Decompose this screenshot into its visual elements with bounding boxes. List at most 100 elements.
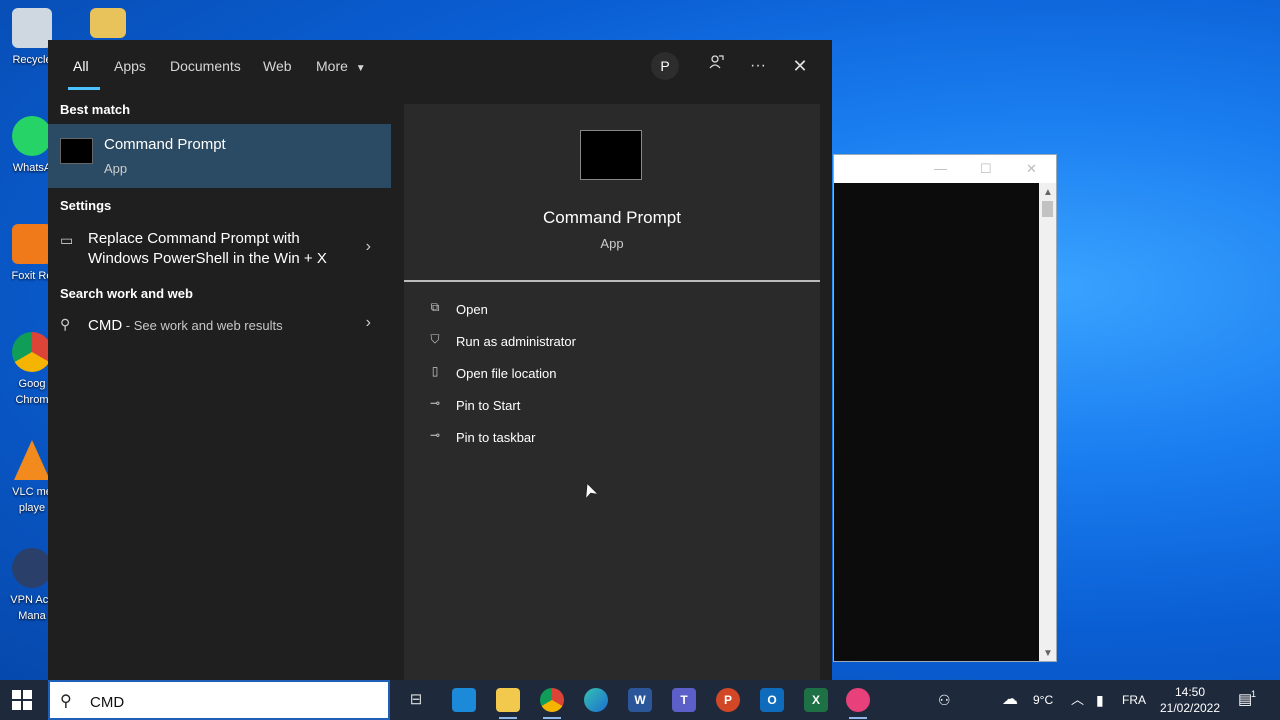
- feedback-icon[interactable]: [701, 54, 731, 78]
- console-window[interactable]: — ☐ ✕ ▲ ▼: [833, 154, 1057, 662]
- command-prompt-icon: [60, 138, 93, 164]
- vertical-scrollbar[interactable]: ▲ ▼: [1039, 183, 1056, 661]
- powerpoint-icon[interactable]: P: [716, 688, 740, 712]
- chevron-up-icon[interactable]: ︿: [1071, 680, 1084, 720]
- web-search-query: CMD: [88, 317, 123, 334]
- tab-apps[interactable]: Apps: [114, 58, 146, 74]
- outlook-icon[interactable]: O: [760, 688, 784, 712]
- folder-icon: [90, 8, 126, 38]
- tab-more[interactable]: More ▼: [316, 58, 366, 74]
- account-avatar[interactable]: P: [651, 52, 679, 80]
- language-indicator[interactable]: FRA: [1122, 680, 1146, 720]
- people-icon[interactable]: ⚇: [938, 680, 951, 720]
- results-column: Best match Command Prompt App Settings ▭…: [48, 92, 391, 680]
- task-view-icon[interactable]: ⊟: [404, 688, 428, 712]
- action-label: Pin to taskbar: [456, 430, 536, 445]
- preview-app-name: Command Prompt: [543, 208, 681, 227]
- snipping-tool-icon[interactable]: [846, 688, 870, 712]
- excel-icon[interactable]: X: [804, 688, 828, 712]
- search-tabs-bar: All Apps Documents Web More ▼ P ··· ✕: [48, 40, 832, 92]
- weather-temperature[interactable]: 9°C: [1033, 680, 1053, 720]
- chrome-icon: [12, 332, 52, 372]
- file-location-icon: ▯: [431, 364, 439, 378]
- teams-icon[interactable]: T: [672, 688, 696, 712]
- action-pin-to-start[interactable]: ⊸ Pin to Start: [426, 394, 806, 418]
- console-area[interactable]: [834, 183, 1039, 661]
- divider: [404, 280, 820, 282]
- best-match-result[interactable]: Command Prompt App: [48, 124, 391, 188]
- settings-result-line2: Windows PowerShell in the Win + X: [88, 250, 327, 267]
- open-icon: ⧉: [430, 300, 440, 314]
- chevron-right-icon[interactable]: ›: [366, 238, 371, 256]
- pin-icon: ⊸: [429, 428, 441, 442]
- action-label: Pin to Start: [456, 398, 521, 413]
- weather-cloud-icon[interactable]: ☁: [1002, 680, 1018, 720]
- settings-result[interactable]: ▭ Replace Command Prompt with Windows Po…: [48, 228, 391, 272]
- notification-icon[interactable]: ▤: [1238, 680, 1252, 720]
- action-open-file-location[interactable]: ▯ Open file location: [426, 362, 806, 386]
- search-panel: All Apps Documents Web More ▼ P ··· ✕ Be…: [48, 40, 832, 680]
- notification-count: 1: [1251, 689, 1257, 699]
- caret-down-icon: ▼: [355, 63, 366, 74]
- scrollbar-thumb[interactable]: [1042, 201, 1053, 217]
- tab-documents[interactable]: Documents: [170, 58, 241, 74]
- search-icon: ⚲: [60, 316, 71, 332]
- close-icon[interactable]: ✕: [1026, 161, 1037, 177]
- scroll-up-icon[interactable]: ▲: [1043, 187, 1053, 198]
- command-prompt-large-icon: [580, 130, 642, 180]
- settings-result-text: Replace Command Prompt with Windows Powe…: [88, 229, 327, 269]
- action-label: Open file location: [456, 366, 557, 381]
- settings-header: Settings: [60, 198, 112, 213]
- shield-icon: ⛉: [430, 332, 440, 346]
- action-open[interactable]: ⧉ Open: [426, 298, 806, 322]
- clock-time: 14:50: [1174, 685, 1206, 699]
- tab-web[interactable]: Web: [263, 58, 292, 74]
- keyboard-setting-icon: ▭: [60, 232, 74, 248]
- close-icon[interactable]: ✕: [785, 54, 815, 78]
- action-run-as-admin[interactable]: ⛉ Run as administrator: [426, 330, 806, 354]
- running-indicator: [543, 717, 561, 719]
- search-box[interactable]: ⚲: [48, 680, 390, 720]
- maximize-icon[interactable]: ☐: [980, 161, 992, 177]
- recycle-bin-icon: [12, 8, 52, 48]
- search-input[interactable]: [88, 690, 372, 714]
- battery-icon[interactable]: ▮: [1096, 680, 1104, 720]
- edge-icon[interactable]: [584, 688, 608, 712]
- tab-all[interactable]: All: [73, 58, 89, 74]
- chevron-right-icon[interactable]: ›: [366, 314, 371, 332]
- active-tab-indicator: [68, 87, 100, 90]
- more-options-icon[interactable]: ···: [743, 54, 773, 78]
- desktop-icon-folder[interactable]: [86, 8, 130, 42]
- console-titlebar[interactable]: — ☐ ✕: [834, 155, 1056, 183]
- running-indicator: [849, 717, 867, 719]
- start-windows-icon[interactable]: [12, 690, 32, 710]
- action-label: Run as administrator: [456, 334, 576, 349]
- vpn-lock-icon: [12, 548, 52, 588]
- search-icon: ⚲: [60, 693, 72, 710]
- vlc-cone-icon: [14, 440, 50, 480]
- pin-icon: ⊸: [429, 396, 441, 410]
- word-icon[interactable]: W: [628, 688, 652, 712]
- tab-more-label: More: [316, 58, 348, 74]
- clock[interactable]: 14:50 21/02/2022: [1150, 684, 1230, 716]
- foxit-pdf-icon: [12, 224, 52, 264]
- minimize-icon[interactable]: —: [934, 161, 947, 176]
- mail-icon[interactable]: [452, 688, 476, 712]
- preview-pane: Command Prompt App ⧉ Open ⛉ Run as admin…: [404, 104, 820, 680]
- preview-app-type: App: [600, 236, 624, 251]
- web-search-result[interactable]: ⚲ CMD - See work and web results ›: [48, 314, 391, 338]
- whatsapp-icon: [12, 116, 52, 156]
- action-label: Open: [456, 302, 488, 317]
- scroll-down-icon[interactable]: ▼: [1043, 648, 1053, 659]
- chrome-icon[interactable]: [540, 688, 564, 712]
- best-match-header: Best match: [60, 102, 131, 117]
- best-match-name: Command Prompt: [104, 136, 226, 153]
- web-search-header: Search work and web: [60, 286, 193, 301]
- action-pin-to-taskbar[interactable]: ⊸ Pin to taskbar: [426, 426, 806, 450]
- web-search-text: CMD - See work and web results: [88, 316, 283, 336]
- best-match-type: App: [104, 161, 128, 176]
- web-search-suffix: - See work and web results: [122, 318, 283, 333]
- clock-date: 21/02/2022: [1159, 701, 1221, 715]
- file-explorer-icon[interactable]: [496, 688, 520, 712]
- settings-result-line1: Replace Command Prompt with: [88, 230, 300, 247]
